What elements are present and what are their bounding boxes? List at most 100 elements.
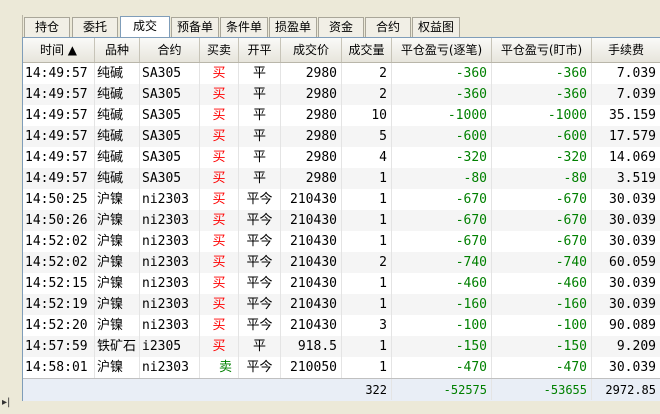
cell-product: 纯碱 xyxy=(95,63,140,84)
table-row[interactable]: 14:52:19 沪镍 ni2303 买平今 210430 1 -160 -160 30.039 xyxy=(23,294,660,315)
cell-pnl-mark: -160 xyxy=(492,294,592,315)
cell-qty: 2 xyxy=(342,252,392,273)
cell-pnl-trade: -360 xyxy=(392,63,492,84)
cell-openclose: 平 xyxy=(239,105,281,126)
col-header-contract[interactable]: 合约 xyxy=(140,38,200,62)
tab-stop-orders[interactable]: 损盈单 xyxy=(269,17,317,37)
cell-product: 沪镍 xyxy=(95,294,140,315)
cell-time: 14:57:59 xyxy=(23,336,95,357)
cell-price: 210430 xyxy=(281,252,342,273)
cell-side: 卖 xyxy=(200,357,239,378)
cell-qty: 1 xyxy=(342,168,392,189)
cell-qty: 4 xyxy=(342,147,392,168)
cell-qty: 1 xyxy=(342,273,392,294)
total-fee: 2972.85 xyxy=(592,379,660,400)
cell-side: 买 xyxy=(200,147,239,168)
cell-contract: SA305 xyxy=(140,168,200,189)
cell-product: 沪镍 xyxy=(95,189,140,210)
col-header-qty[interactable]: 成交量 xyxy=(342,38,392,62)
cell-contract: ni2303 xyxy=(140,315,200,336)
cell-fee: 17.579 xyxy=(592,126,660,147)
col-header-side[interactable]: 买卖 xyxy=(200,38,239,62)
cell-openclose: 平 xyxy=(239,336,281,357)
cell-contract: ni2303 xyxy=(140,357,200,378)
tab-positions[interactable]: 持仓 xyxy=(24,17,70,37)
cell-pnl-mark: -100 xyxy=(492,315,592,336)
col-header-pnl-trade[interactable]: 平仓盈亏(逐笔) xyxy=(392,38,492,62)
cell-side: 买 xyxy=(200,231,239,252)
cell-product: 沪镍 xyxy=(95,315,140,336)
tab-funds[interactable]: 资金 xyxy=(318,17,364,37)
cell-time: 14:49:57 xyxy=(23,168,95,189)
cell-side: 买 xyxy=(200,315,239,336)
cell-openclose: 平今 xyxy=(239,231,281,252)
cell-openclose: 平今 xyxy=(239,252,281,273)
table-row[interactable]: 14:52:02 沪镍 ni2303 买平今 210430 2 -740 -740 60.059 xyxy=(23,252,660,273)
table-row[interactable]: 14:49:57 纯碱 SA305 买平 2980 4 -320 -320 14.069 xyxy=(23,147,660,168)
table-row[interactable]: 14:49:57 纯碱 SA305 买平 2980 2 -360 -360 7.039 xyxy=(23,63,660,84)
cell-fee: 30.039 xyxy=(592,231,660,252)
cell-contract: SA305 xyxy=(140,84,200,105)
cell-price: 918.5 xyxy=(281,336,342,357)
cell-side: 买 xyxy=(200,126,239,147)
cell-time: 14:49:57 xyxy=(23,105,95,126)
cell-openclose: 平今 xyxy=(239,273,281,294)
cell-pnl-trade: -600 xyxy=(392,126,492,147)
tab-conditional-orders[interactable]: 条件单 xyxy=(220,17,268,37)
table-row[interactable]: 14:57:59 铁矿石 i2305 买平 918.5 1 -150 -150 9.209 xyxy=(23,336,660,357)
table-row[interactable]: 14:49:57 纯碱 SA305 买平 2980 5 -600 -600 17.579 xyxy=(23,126,660,147)
cell-price: 210430 xyxy=(281,189,342,210)
cell-time: 14:49:57 xyxy=(23,63,95,84)
cell-qty: 5 xyxy=(342,126,392,147)
tab-contracts[interactable]: 合约 xyxy=(365,17,411,37)
tab-equity-chart[interactable]: 权益图 xyxy=(412,17,460,37)
col-header-fee[interactable]: 手续费 xyxy=(592,38,660,62)
total-pnl-mark: -53655 xyxy=(492,379,592,400)
cell-pnl-mark: -670 xyxy=(492,189,592,210)
totals-row: 322 -52575 -53655 2972.85 xyxy=(23,378,660,401)
cell-product: 纯碱 xyxy=(95,84,140,105)
table-row[interactable]: 14:50:25 沪镍 ni2303 买平今 210430 1 -670 -670 30.039 xyxy=(23,189,660,210)
table-row[interactable]: 14:52:02 沪镍 ni2303 买平今 210430 1 -670 -670 30.039 xyxy=(23,231,660,252)
table-row[interactable]: 14:49:57 纯碱 SA305 买平 2980 1 -80 -80 3.519 xyxy=(23,168,660,189)
cell-time: 14:52:02 xyxy=(23,231,95,252)
table-row[interactable]: 14:58:01 沪镍 ni2303 卖平今 210050 1 -470 -470 30.039 xyxy=(23,357,660,378)
table-row[interactable]: 14:52:15 沪镍 ni2303 买平今 210430 1 -460 -460 30.039 xyxy=(23,273,660,294)
cell-qty: 3 xyxy=(342,315,392,336)
cell-product: 沪镍 xyxy=(95,357,140,378)
cell-time: 14:49:57 xyxy=(23,126,95,147)
cell-fee: 3.519 xyxy=(592,168,660,189)
cell-product: 沪镍 xyxy=(95,252,140,273)
cell-side: 买 xyxy=(200,105,239,126)
cell-contract: SA305 xyxy=(140,105,200,126)
cell-product: 纯碱 xyxy=(95,168,140,189)
cell-price: 210430 xyxy=(281,231,342,252)
tab-orders[interactable]: 委托 xyxy=(72,17,118,37)
col-header-openclose[interactable]: 开平 xyxy=(239,38,281,62)
cell-qty: 2 xyxy=(342,84,392,105)
cell-pnl-mark: -320 xyxy=(492,147,592,168)
cell-pnl-trade: -320 xyxy=(392,147,492,168)
cell-qty: 2 xyxy=(342,63,392,84)
cell-contract: ni2303 xyxy=(140,294,200,315)
tab-prepared-orders[interactable]: 预备单 xyxy=(171,17,219,37)
col-header-product[interactable]: 品种 xyxy=(95,38,140,62)
cell-time: 14:58:01 xyxy=(23,357,95,378)
play-arrow-icon[interactable]: ▸| xyxy=(2,397,10,408)
table-row[interactable]: 14:49:57 纯碱 SA305 买平 2980 10 -1000 -1000 35.159 xyxy=(23,105,660,126)
cell-time: 14:50:26 xyxy=(23,210,95,231)
tab-trades[interactable]: 成交 xyxy=(120,16,170,37)
cell-time: 14:52:20 xyxy=(23,315,95,336)
table-row[interactable]: 14:49:57 纯碱 SA305 买平 2980 2 -360 -360 7.039 xyxy=(23,84,660,105)
cell-pnl-trade: -160 xyxy=(392,294,492,315)
table-row[interactable]: 14:50:26 沪镍 ni2303 买平今 210430 1 -670 -670 30.039 xyxy=(23,210,660,231)
table-row[interactable]: 14:52:20 沪镍 ni2303 买平今 210430 3 -100 -100 90.089 xyxy=(23,315,660,336)
cell-openclose: 平 xyxy=(239,147,281,168)
cell-openclose: 平今 xyxy=(239,189,281,210)
cell-contract: i2305 xyxy=(140,336,200,357)
cell-fee: 7.039 xyxy=(592,84,660,105)
grid-header: 时间 ▲ 品种 合约 买卖 开平 成交价 成交量 平仓盈亏(逐笔) 平仓盈亏(盯… xyxy=(23,38,660,63)
col-header-time[interactable]: 时间 ▲ xyxy=(23,38,95,62)
col-header-pnl-mark[interactable]: 平仓盈亏(盯市) xyxy=(492,38,592,62)
col-header-price[interactable]: 成交价 xyxy=(281,38,342,62)
